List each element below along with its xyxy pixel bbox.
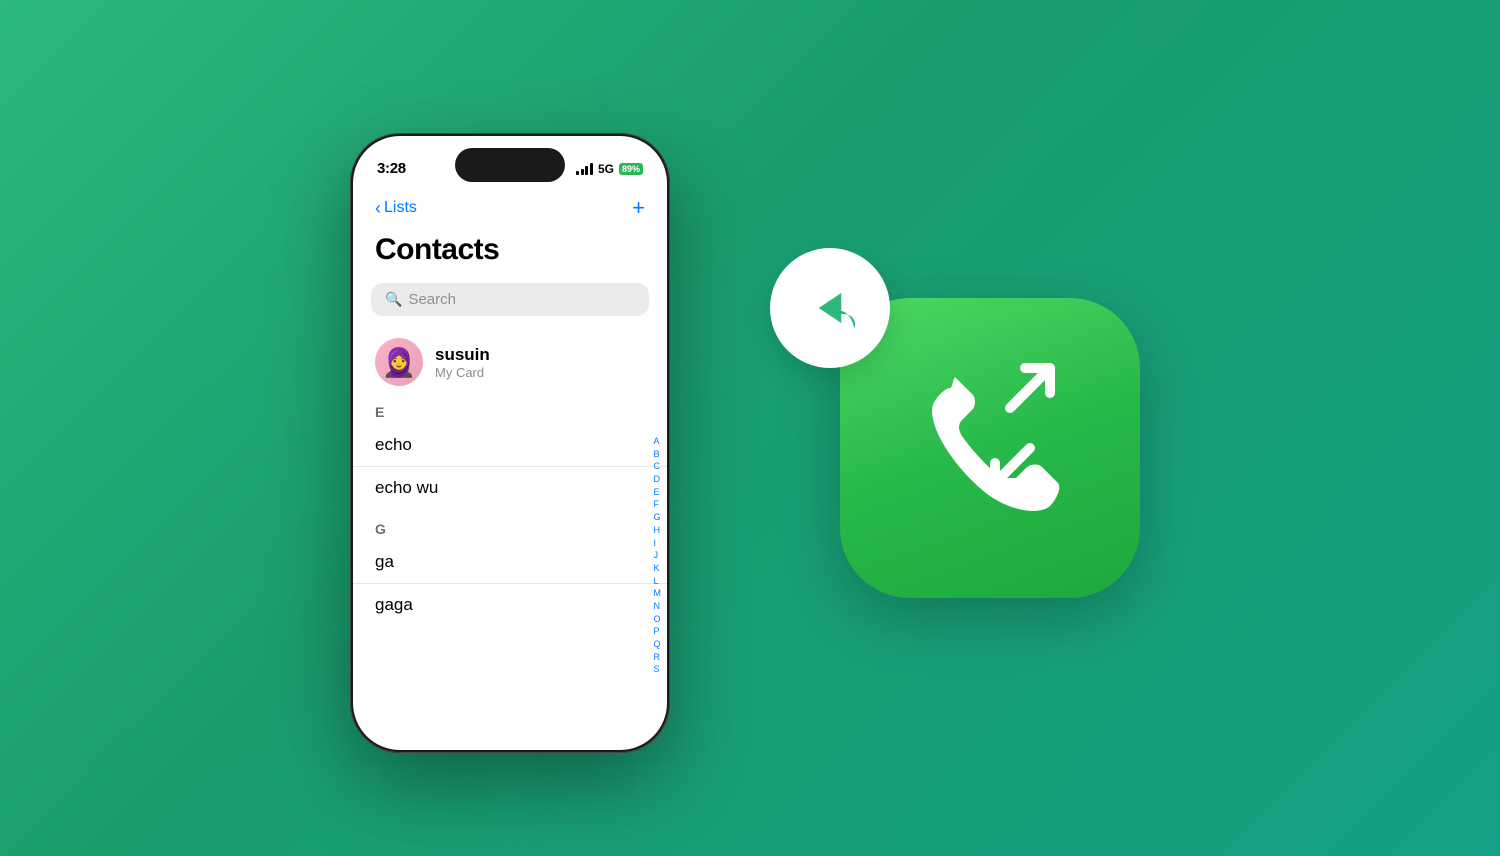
alpha-d[interactable]: D — [654, 474, 662, 486]
app-icon-area — [750, 218, 1170, 638]
nav-bar: ‹ Lists + — [353, 191, 667, 229]
signal-bars-icon — [576, 163, 593, 175]
phone-app-icon — [840, 298, 1140, 598]
my-card-row[interactable]: 🧕 susuin My Card — [353, 330, 667, 400]
contact-row-echo[interactable]: echo — [353, 424, 667, 466]
alpha-o[interactable]: O — [654, 614, 662, 626]
status-icons: 5G 89% — [576, 162, 643, 176]
chevron-left-icon: ‹ — [375, 199, 381, 217]
contact-row-echowu[interactable]: echo wu — [353, 466, 667, 509]
my-card-subtitle: My Card — [435, 365, 490, 380]
network-type: 5G — [598, 162, 614, 176]
alpha-s[interactable]: S — [654, 664, 662, 676]
signal-bar-1 — [576, 171, 579, 175]
back-label: Lists — [384, 199, 417, 217]
reply-arrow-icon — [800, 278, 860, 338]
avatar-emoji: 🧕 — [382, 346, 417, 379]
phone-arrows-icon — [890, 348, 1090, 548]
section-header-e: E — [353, 400, 667, 424]
contact-row-ga[interactable]: ga — [353, 541, 667, 583]
search-bar[interactable]: 🔍 Search — [371, 283, 649, 316]
alpha-f[interactable]: F — [654, 499, 662, 511]
alpha-p[interactable]: P — [654, 626, 662, 638]
dynamic-island — [455, 148, 565, 182]
signal-bar-2 — [581, 169, 584, 175]
iphone-screen: 3:28 5G 89% ‹ — [353, 136, 667, 750]
battery-percent: 89% — [619, 163, 643, 175]
add-button[interactable]: + — [632, 195, 645, 221]
alpha-g[interactable]: G — [654, 512, 662, 524]
page-title: Contacts — [375, 233, 645, 267]
my-card-name: susuin — [435, 345, 490, 365]
iphone-mockup: 3:28 5G 89% ‹ — [350, 133, 670, 753]
search-icon: 🔍 — [385, 291, 402, 308]
reply-circle — [770, 248, 890, 368]
contacts-header: Contacts — [353, 229, 667, 277]
alpha-m[interactable]: M — [654, 588, 662, 600]
signal-bar-3 — [585, 166, 588, 175]
contact-row-gaga[interactable]: gaga — [353, 583, 667, 626]
alpha-j[interactable]: J — [654, 550, 662, 562]
back-button[interactable]: ‹ Lists — [375, 199, 417, 217]
avatar: 🧕 — [375, 338, 423, 386]
alpha-e[interactable]: E — [654, 487, 662, 499]
search-placeholder: Search — [408, 291, 456, 308]
alpha-k[interactable]: K — [654, 563, 662, 575]
signal-bar-4 — [590, 163, 593, 175]
alpha-n[interactable]: N — [654, 601, 662, 613]
alpha-a[interactable]: A — [654, 436, 662, 448]
iphone-frame: 3:28 5G 89% ‹ — [350, 133, 670, 753]
my-card-info: susuin My Card — [435, 345, 490, 380]
alpha-r[interactable]: R — [654, 652, 662, 664]
alpha-i[interactable]: I — [654, 538, 662, 550]
alpha-h[interactable]: H — [654, 525, 662, 537]
alpha-q[interactable]: Q — [654, 639, 662, 651]
status-time: 3:28 — [377, 160, 406, 177]
alpha-b[interactable]: B — [654, 449, 662, 461]
scene: 3:28 5G 89% ‹ — [0, 0, 1500, 856]
section-header-g: G — [353, 517, 667, 541]
alpha-l[interactable]: L — [654, 576, 662, 588]
alpha-c[interactable]: C — [654, 461, 662, 473]
alphabet-index[interactable]: A B C D E F G H I J K L M N O P Q — [654, 436, 662, 676]
